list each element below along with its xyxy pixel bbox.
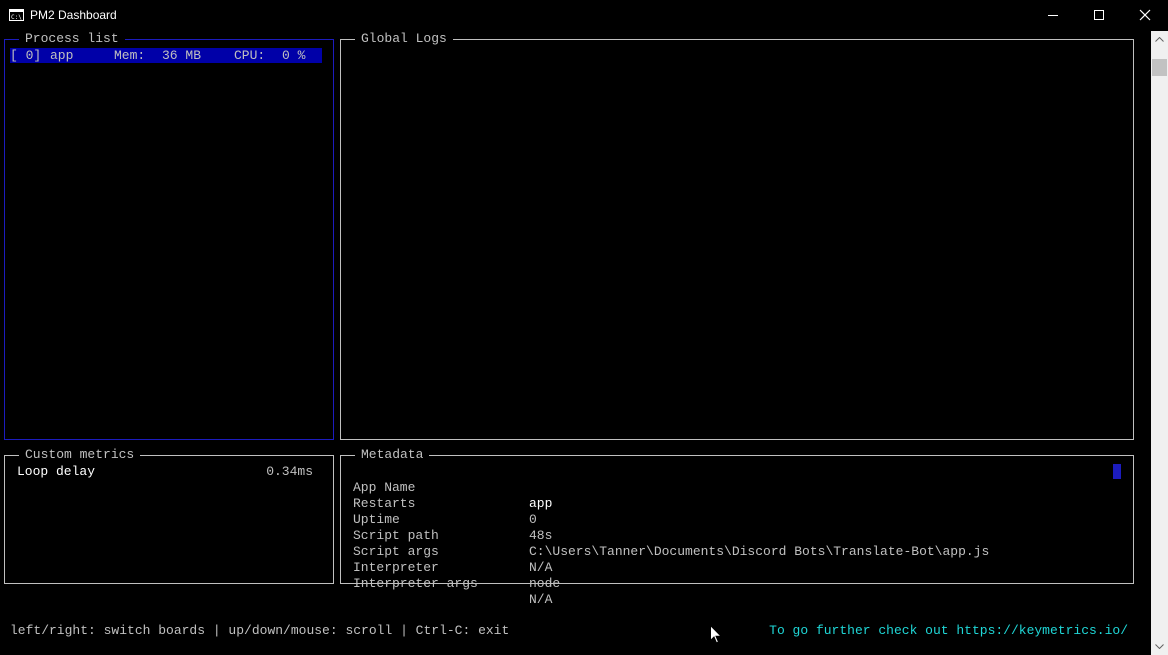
minimize-icon	[1048, 15, 1058, 16]
process-mem-label: Mem:	[114, 48, 146, 63]
process-cpu-value: 0 %	[282, 48, 306, 63]
metric-name: Loop delay	[17, 464, 96, 479]
metadata-key: Interpreter args	[353, 576, 478, 591]
process-mem-value: 36 MB	[162, 48, 202, 63]
metadata-value: N/A	[529, 592, 553, 607]
metadata-row: Script path C:\Users\Tanner\Documents\Di…	[353, 512, 1113, 559]
process-name: app	[50, 48, 74, 63]
chevron-down-icon	[1155, 644, 1164, 649]
vertical-scrollbar[interactable]	[1151, 31, 1168, 655]
minimize-button[interactable]	[1030, 0, 1076, 31]
maximize-icon	[1094, 10, 1104, 20]
console-area[interactable]: Process list [ 0] app Mem: 36 MB CPU: 0 …	[0, 31, 1151, 655]
scroll-down-button[interactable]	[1151, 638, 1168, 655]
process-cpu-label: CPU:	[234, 48, 266, 63]
scroll-up-button[interactable]	[1151, 31, 1168, 48]
metadata-panel[interactable]: Metadata App Name app Restarts 0 Uptime …	[340, 447, 1134, 607]
metric-row: Loop delay 0.34ms	[17, 464, 313, 480]
process-id: [ 0]	[10, 48, 42, 63]
window-title: PM2 Dashboard	[30, 8, 117, 22]
close-icon	[1139, 9, 1151, 21]
metadata-row: Restarts 0	[353, 480, 1113, 527]
process-row[interactable]: [ 0] app Mem: 36 MB CPU: 0 %	[10, 48, 322, 63]
chevron-up-icon	[1155, 37, 1164, 42]
custom-metrics-label: Custom metrics	[19, 447, 141, 463]
svg-text:C:\: C:\	[11, 14, 22, 21]
metadata-row: Uptime 48s	[353, 496, 1113, 543]
close-button[interactable]	[1122, 0, 1168, 31]
console-icon: C:\	[9, 9, 24, 21]
footer-help: left/right: switch boards | up/down/mous…	[10, 623, 510, 638]
process-list-panel[interactable]: Process list [ 0] app Mem: 36 MB CPU: 0 …	[4, 31, 334, 440]
footer-promo-link[interactable]: To go further check out https://keymetri…	[769, 623, 1128, 639]
maximize-button[interactable]	[1076, 0, 1122, 31]
metadata-value: node	[529, 576, 561, 591]
metadata-row: App Name app	[353, 464, 1113, 511]
custom-metrics-panel[interactable]: Custom metrics Loop delay 0.34ms	[4, 447, 334, 584]
scrollbar-thumb[interactable]	[1152, 59, 1167, 76]
metadata-row: Script args N/A	[353, 528, 1113, 575]
mouse-cursor-icon	[710, 624, 723, 648]
metric-value: 0.34ms	[266, 464, 313, 479]
global-logs-label: Global Logs	[355, 31, 453, 47]
process-list-label: Process list	[19, 31, 125, 47]
metadata-label: Metadata	[355, 447, 430, 463]
metadata-row: Interpreter node	[353, 544, 1113, 591]
title-bar: C:\ PM2 Dashboard	[0, 0, 1168, 31]
metadata-scroll-indicator[interactable]	[1113, 464, 1121, 479]
global-logs-panel[interactable]: Global Logs	[340, 31, 1134, 440]
metadata-row: Interpreter args N/A	[353, 560, 1113, 607]
